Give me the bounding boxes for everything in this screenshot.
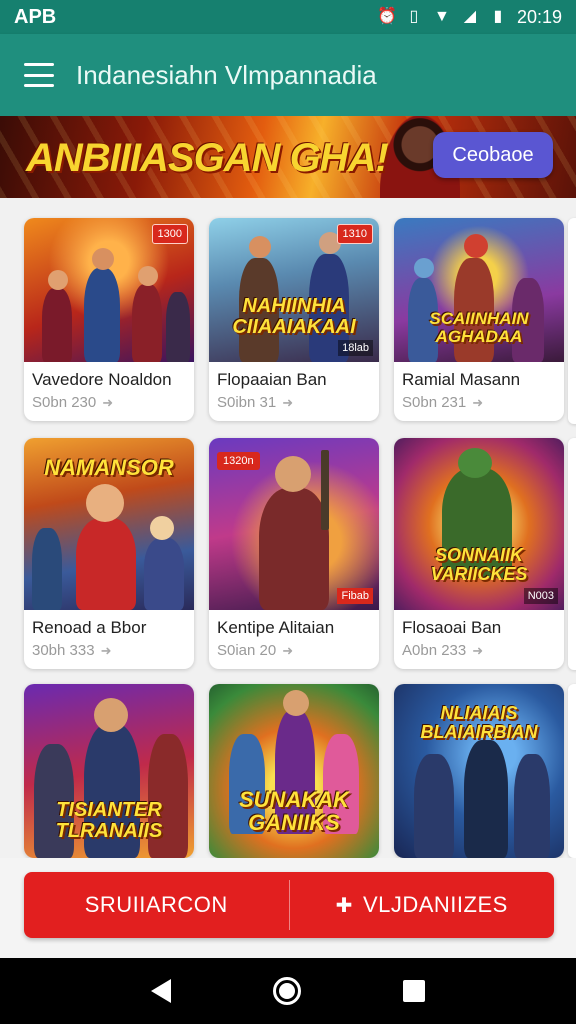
recents-icon[interactable] [403, 980, 425, 1002]
game-meta-text: S0bn 230 [32, 394, 97, 411]
system-nav-bar [0, 958, 576, 1024]
menu-icon[interactable] [24, 63, 54, 87]
game-thumbnail: NAHIINHIA CIIAAIAKAAI 1310 18lab [209, 218, 379, 362]
game-title: Renoad a Bbor [32, 618, 147, 637]
search-button[interactable]: SRUIIARCON [24, 872, 289, 938]
partial-card [568, 218, 576, 424]
game-meta-text: S0ibn 31 [217, 394, 277, 411]
thumb-badge: 1300 [151, 224, 188, 244]
thumb-badge: 1310 [336, 224, 373, 244]
home-icon[interactable] [273, 977, 301, 1005]
thumb-title: NLIAIAIS BLAIAIRBIAN [420, 703, 538, 742]
wifi-icon: ▼ [434, 8, 450, 25]
banner-button[interactable]: Ceobaoe [433, 132, 553, 178]
game-meta: S0bn 230 ➜ [24, 392, 194, 421]
game-card[interactable]: 1300 Vavedore Noaldon S0bn 230 ➜ [24, 218, 194, 421]
game-meta-text: S0ian 20 [217, 642, 277, 659]
thumb-badge: 1320n [217, 452, 260, 470]
share-arrow-icon: ➜ [100, 642, 112, 658]
game-card[interactable]: SONNAIIK VARIICKES N003 Flosaoai Ban A0b… [394, 438, 564, 669]
app-bar: Indanesiahn Vlmpannadia [0, 34, 576, 116]
game-title: Vavedore Noaldon [32, 370, 172, 389]
thumb-title: SUNAKAK GANIIKS [239, 787, 349, 836]
vibrate-icon: ▯ [409, 8, 419, 25]
game-thumbnail: NAMANSOR [24, 438, 194, 610]
signal-icon: ◢ [463, 8, 477, 25]
share-arrow-icon: ➜ [282, 642, 294, 658]
alarm-icon: ⏰ [376, 8, 397, 25]
game-card[interactable]: TISIANTER TLRANAIIS [24, 684, 194, 858]
partial-card [568, 438, 576, 670]
share-arrow-icon: ➜ [102, 394, 114, 410]
categories-button[interactable]: ✚ VLJDANIIZES [290, 872, 555, 938]
game-title: Flosaoai Ban [402, 618, 502, 637]
game-meta-text: 30bh 333 [32, 642, 95, 659]
game-card[interactable]: SUNAKAK GANIIKS [209, 684, 379, 858]
game-card[interactable]: NAMANSOR Renoad a Bbor 30bh 333 ➜ [24, 438, 194, 669]
thumb-title: SCAIINHAIN AGHADAA [429, 309, 529, 346]
game-card[interactable]: 1320n Fibab Kentipe Alitaian S0ian 20 ➜ [209, 438, 379, 669]
share-arrow-icon: ➜ [282, 394, 294, 410]
promo-banner[interactable]: ANBIIIASGAN GHA! Ceobaoe [0, 116, 576, 198]
game-title: Kentipe Alitaian [217, 618, 335, 637]
carrier-label: APB [14, 5, 57, 28]
game-thumbnail: TISIANTER TLRANAIIS [24, 684, 194, 858]
categories-label: VLJDANIIZES [362, 892, 508, 917]
thumb-corner-label: Fibab [337, 588, 373, 604]
game-grid: 1300 Vavedore Noaldon S0bn 230 ➜ NAHIINH… [0, 198, 576, 858]
thumb-corner-label: 18lab [338, 340, 373, 356]
game-thumbnail: NLIAIAIS BLAIAIRBIAN [394, 684, 564, 858]
thumb-title: SONNAIIK VARIICKES [430, 545, 528, 584]
status-bar: APB ⏰ ▯ ▼ ◢ ▮ 20:19 [0, 0, 576, 34]
game-title: Ramial Masann [402, 370, 521, 389]
game-meta: S0ian 20 ➜ [209, 640, 379, 669]
game-meta: A0bn 233 ➜ [394, 640, 564, 669]
game-card[interactable]: SCAIINHAIN AGHADAA Ramial Masann S0bn 23… [394, 218, 564, 421]
game-meta: S0bn 231 ➜ [394, 392, 564, 421]
game-thumbnail: SONNAIIK VARIICKES N003 [394, 438, 564, 610]
status-icons: ⏰ ▯ ▼ ◢ ▮ 20:19 [377, 7, 562, 28]
app-title: Indanesiahn Vlmpannadia [76, 59, 377, 90]
game-meta-text: S0bn 231 [402, 394, 467, 411]
share-arrow-icon: ➜ [472, 642, 484, 658]
game-thumbnail: 1300 [24, 218, 194, 362]
game-thumbnail: 1320n Fibab [209, 438, 379, 610]
game-card[interactable]: NLIAIAIS BLAIAIRBIAN [394, 684, 564, 858]
back-icon[interactable] [151, 979, 171, 1003]
game-title: Flopaaian Ban [217, 370, 327, 389]
share-arrow-icon: ➜ [472, 394, 484, 410]
game-thumbnail: SCAIINHAIN AGHADAA [394, 218, 564, 362]
clock: 20:19 [516, 6, 562, 27]
game-meta-text: A0bn 233 [402, 642, 467, 659]
game-meta: S0ibn 31 ➜ [209, 392, 379, 421]
thumb-title: NAHIINHIA CIIAAIAKAAI [232, 295, 356, 338]
thumb-title: TISIANTER TLRANAIIS [55, 799, 163, 842]
puzzle-icon: ✚ [335, 894, 353, 917]
bottom-action-area: SRUIIARCON ✚ VLJDANIIZES [0, 858, 576, 958]
thumb-title: NAMANSOR [44, 455, 174, 480]
game-meta: 30bh 333 ➜ [24, 640, 194, 669]
banner-title: ANBIIIASGAN GHA! [26, 136, 389, 180]
battery-icon: ▮ [493, 8, 503, 25]
game-card[interactable]: NAHIINHIA CIIAAIAKAAI 1310 18lab Flopaai… [209, 218, 379, 421]
game-thumbnail: SUNAKAK GANIIKS [209, 684, 379, 858]
action-bar: SRUIIARCON ✚ VLJDANIIZES [24, 872, 554, 938]
partial-card [568, 684, 576, 858]
thumb-corner-label: N003 [523, 588, 558, 604]
